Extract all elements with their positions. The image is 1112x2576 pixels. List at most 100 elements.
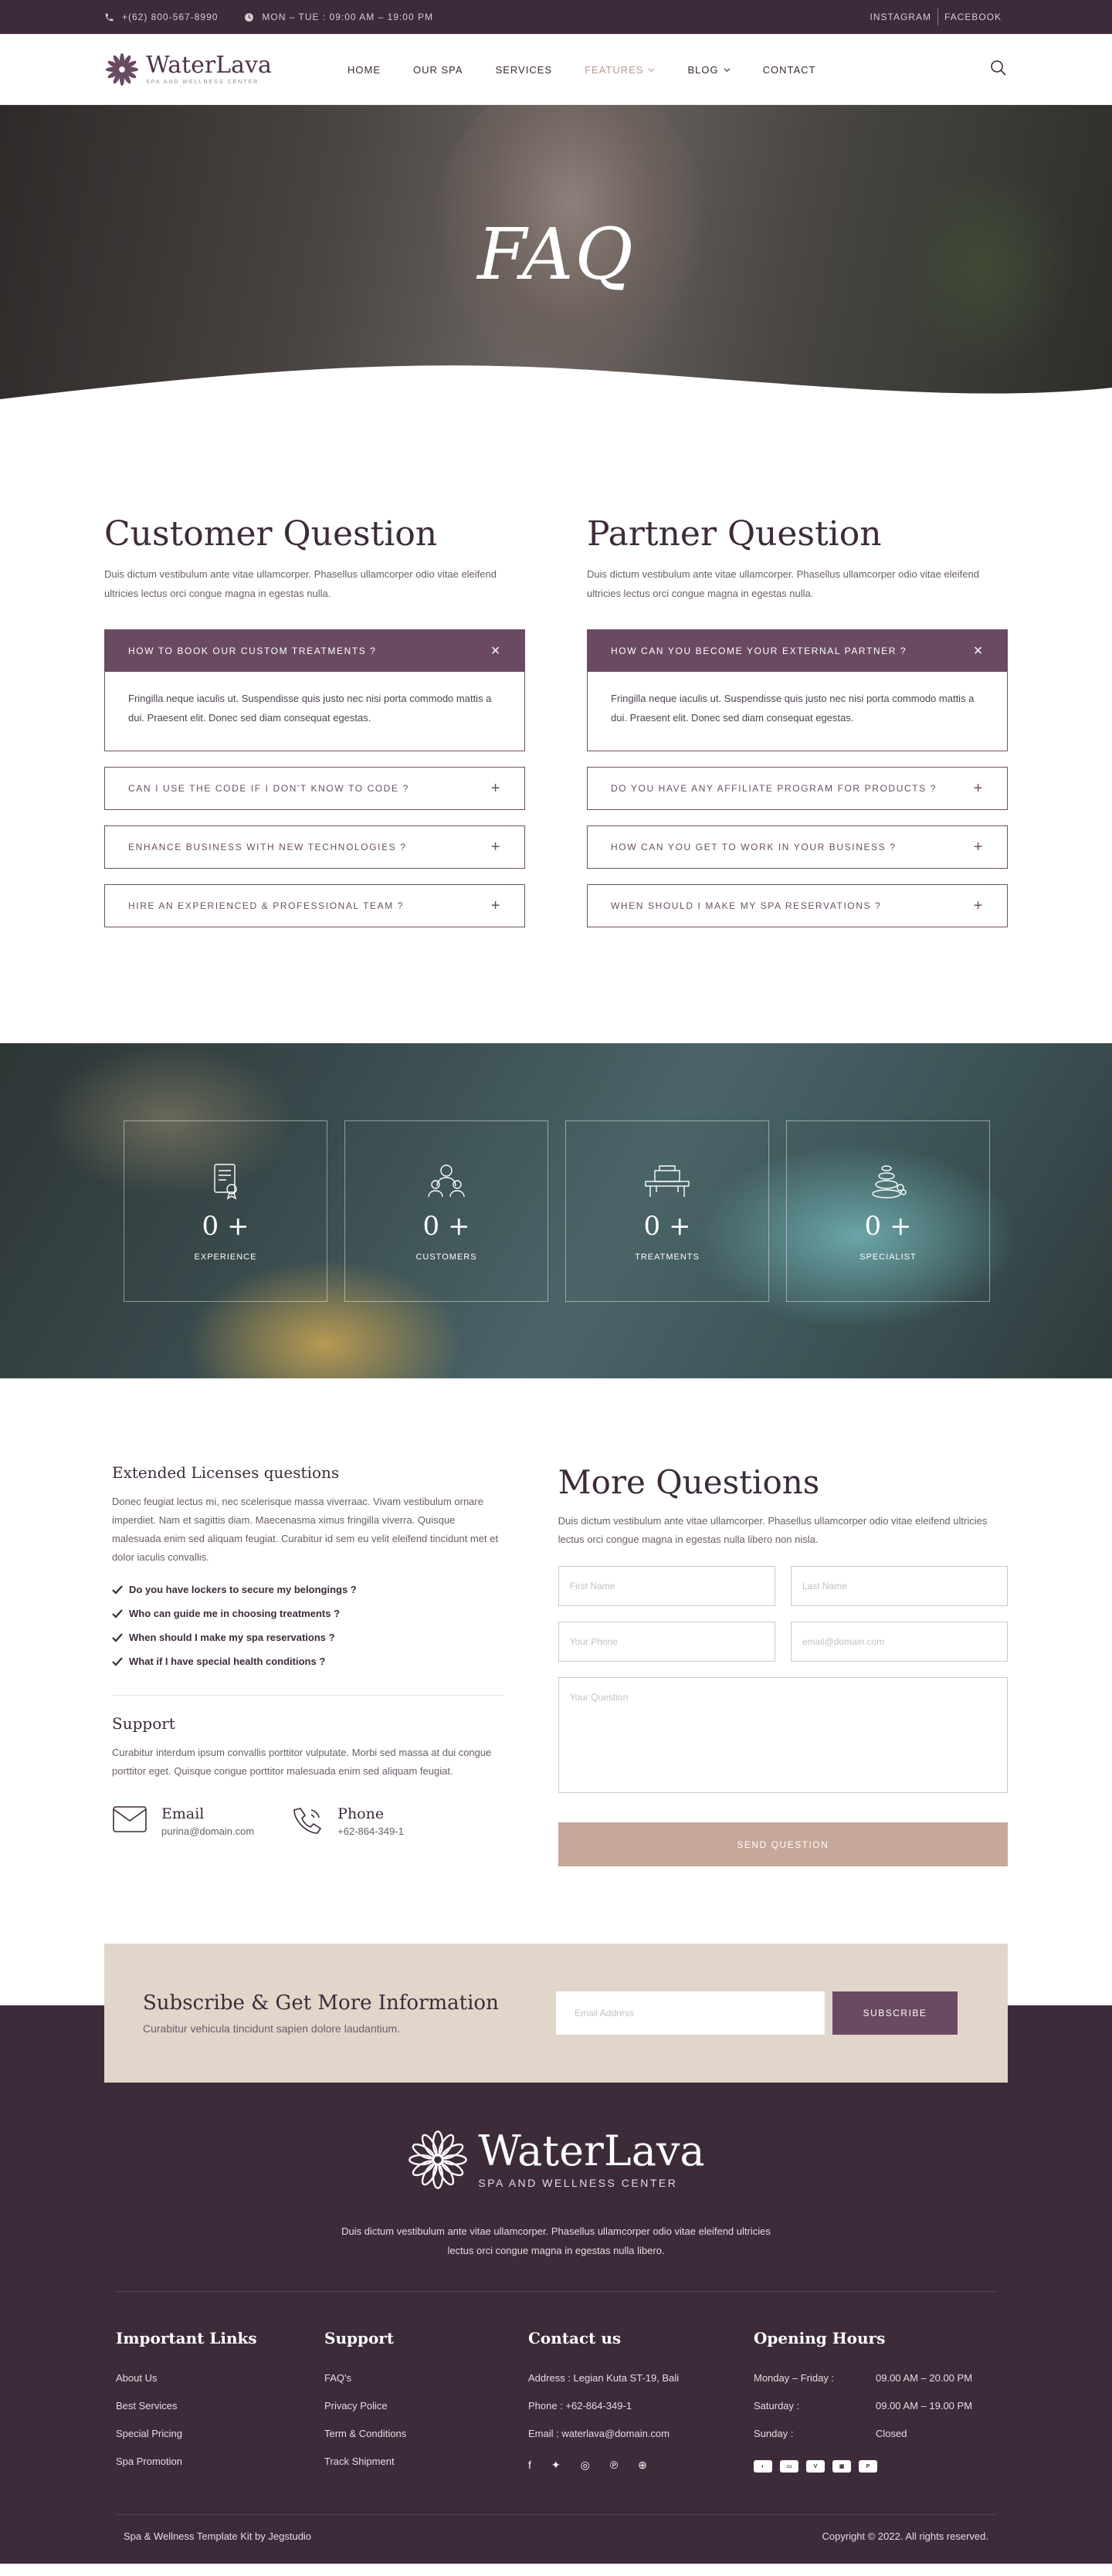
- instagram-icon[interactable]: ◎: [581, 2459, 590, 2472]
- accordion-header[interactable]: HOW TO BOOK OUR CUSTOM TREATMENTS ? ×: [105, 630, 524, 672]
- footer-link-terms[interactable]: Term & Conditions: [324, 2420, 528, 2448]
- close-icon: ×: [973, 642, 984, 659]
- nav-contact[interactable]: CONTACT: [763, 64, 816, 76]
- accordion-item: ENHANCE BUSINESS WITH NEW TECHNOLOGIES ?…: [104, 825, 525, 869]
- email-contact[interactable]: Email purina@domain.com: [112, 1805, 254, 1838]
- footer-link-pricing[interactable]: Special Pricing: [116, 2420, 324, 2448]
- question-textarea[interactable]: [558, 1677, 1008, 1793]
- accordion-header[interactable]: HIRE AN EXPERIENCED & PROFESSIONAL TEAM …: [105, 885, 524, 927]
- email-value: purina@domain.com: [161, 1825, 255, 1837]
- phone-input[interactable]: [558, 1622, 775, 1662]
- accordion-header[interactable]: CAN I USE THE CODE IF I DON'T KNOW TO CO…: [105, 768, 524, 809]
- topbar-phone[interactable]: +(62) 800-567-8990: [104, 12, 218, 22]
- dribbble-icon[interactable]: ⊕: [638, 2459, 647, 2472]
- nav-blog-label: BLOG: [687, 63, 719, 76]
- plus-icon: +: [490, 838, 501, 856]
- footer-links-title: Important Links: [116, 2329, 257, 2347]
- footer-contact-column: Contact us Address : Legian Kuta ST-19, …: [528, 2329, 754, 2476]
- top-bar: +(62) 800-567-8990 MON – TUE : 09:00 AM …: [0, 0, 1112, 34]
- hours-day: Monday – Friday :: [754, 2372, 835, 2384]
- subscribe-box: Subscribe & Get More Information Curabit…: [104, 1944, 1008, 2083]
- check-text: What if I have special health conditions…: [129, 1656, 326, 1667]
- last-name-input[interactable]: [790, 1566, 1009, 1606]
- phone-contact[interactable]: Phone +62-864-349-1: [291, 1805, 404, 1838]
- subscribe-button[interactable]: SUBSCRIBE: [832, 1991, 958, 2035]
- footer-link-shipment[interactable]: Track Shipment: [324, 2448, 528, 2476]
- main-header: WaterLava SPA AND WELLNESS CENTER HOME O…: [0, 34, 1112, 105]
- facebook-link[interactable]: FACEBOOK: [938, 12, 1008, 22]
- customer-desc: Duis dictum vestibulum ante vitae ullamc…: [104, 568, 497, 599]
- subscribe-email-input[interactable]: [556, 1991, 825, 2035]
- topbar-hours: MON – TUE : 09:00 AM – 19:00 PM: [244, 12, 433, 22]
- email-input[interactable]: [790, 1622, 1009, 1662]
- footer-link-services[interactable]: Best Services: [116, 2392, 324, 2420]
- nav-our-spa[interactable]: OUR SPA: [413, 64, 463, 76]
- footer-link-promotion[interactable]: Spa Promotion: [116, 2448, 324, 2476]
- footer-links-column: Important Links About Us Best Services S…: [116, 2329, 324, 2476]
- twitter-icon[interactable]: ✦: [551, 2459, 561, 2472]
- footer-copyright: Copyright © 2022. All rights reserved.: [822, 2530, 988, 2542]
- extended-licenses-desc: Donec feugiat lectus mi, nec scelerisque…: [112, 1496, 499, 1563]
- logo[interactable]: WaterLava SPA AND WELLNESS CENTER: [104, 52, 272, 87]
- people-icon: [428, 1164, 465, 1197]
- accordion-header[interactable]: HOW CAN YOU BECOME YOUR EXTERNAL PARTNER…: [588, 630, 1007, 672]
- search-button[interactable]: [989, 59, 1008, 81]
- accordion-header[interactable]: HOW CAN YOU GET TO WORK IN YOUR BUSINESS…: [588, 826, 1007, 868]
- facebook-icon[interactable]: f: [528, 2459, 531, 2472]
- card-icon: ▭: [780, 2460, 798, 2473]
- nav-features[interactable]: FEATURES: [585, 64, 655, 76]
- list-item: Do you have lockers to secure my belongi…: [112, 1578, 504, 1602]
- list-item: When should I make my spa reservations ?: [112, 1625, 504, 1649]
- footer-contact-title: Contact us: [528, 2329, 622, 2347]
- footer-email: Email : waterlava@domain.com: [528, 2428, 670, 2439]
- social-links: f ✦ ◎ ℗ ⊕: [528, 2459, 754, 2472]
- phone-label: Phone: [337, 1805, 385, 1822]
- accordion-header[interactable]: ENHANCE BUSINESS WITH NEW TECHNOLOGIES ?…: [105, 826, 524, 868]
- instagram-link[interactable]: INSTAGRAM: [864, 12, 937, 22]
- support-desc: Curabitur interdum ipsum convallis portt…: [112, 1747, 492, 1777]
- extended-licenses-title: Extended Licenses questions: [112, 1463, 340, 1482]
- footer-link-faq[interactable]: FAQ's: [324, 2364, 528, 2392]
- customer-accordion: HOW TO BOOK OUR CUSTOM TREATMENTS ? × Fr…: [104, 629, 525, 927]
- nav-features-label: FEATURES: [585, 63, 644, 76]
- footer-support-title: Support: [324, 2329, 395, 2347]
- accordion-item: WHEN SHOULD I MAKE MY SPA RESERVATIONS ?…: [587, 884, 1008, 927]
- plus-icon: +: [490, 779, 501, 797]
- footer-hours-title: Opening Hours: [754, 2329, 886, 2347]
- support-title: Support: [112, 1714, 175, 1733]
- footer-logo[interactable]: WaterLava SPA AND WELLNESS CENTER: [116, 2129, 996, 2191]
- payment-methods: ◐ ▭ V ▣ P: [754, 2460, 985, 2473]
- footer-link-privacy[interactable]: Privacy Police: [324, 2392, 528, 2420]
- footer-link-about[interactable]: About Us: [116, 2364, 324, 2392]
- chevron-down-icon: [648, 67, 655, 72]
- check-text: Who can guide me in choosing treatments …: [129, 1608, 341, 1619]
- plus-icon: +: [973, 779, 984, 797]
- hours-row: Saturday : 09.00 AM – 19.00 PM: [754, 2392, 985, 2420]
- hours-time: 09.00 AM – 20.00 PM: [876, 2372, 973, 2384]
- stats-section: 0 + EXPERIENCE 0 + CUSTOMERS 0 + TREATME…: [0, 1043, 1112, 1378]
- check-list: Do you have lockers to secure my belongi…: [112, 1578, 504, 1673]
- chevron-down-icon: [724, 67, 731, 72]
- first-name-input[interactable]: [558, 1566, 775, 1606]
- nav-home[interactable]: HOME: [348, 64, 381, 76]
- question-form: SEND QUESTION: [558, 1566, 1009, 1866]
- pinterest-icon[interactable]: ℗: [610, 2459, 618, 2472]
- accordion-question: HOW CAN YOU GET TO WORK IN YOUR BUSINESS…: [611, 842, 897, 852]
- contact-info: Email purina@domain.com Phone +62-864-34…: [112, 1805, 504, 1838]
- phone-value: +62-864-349-1: [337, 1825, 404, 1837]
- plus-icon: +: [973, 838, 984, 856]
- accordion-answer: Fringilla neque iaculis ut. Suspendisse …: [611, 693, 975, 724]
- send-question-button[interactable]: SEND QUESTION: [558, 1822, 1008, 1866]
- accordion-item: HIRE AN EXPERIENCED & PROFESSIONAL TEAM …: [104, 884, 525, 927]
- phone-icon: [105, 13, 114, 21]
- massage-table-icon: [645, 1164, 690, 1197]
- nav-blog[interactable]: BLOG: [687, 63, 731, 76]
- subscribe-desc: Curabitur vehicula tincidunt sapien dolo…: [143, 2022, 401, 2035]
- topbar-phone-text: +(62) 800-567-8990: [122, 12, 219, 22]
- stat-label: SPECIALIST: [859, 1252, 917, 1262]
- page-hero: FAQ: [0, 105, 1112, 418]
- accordion-header[interactable]: WHEN SHOULD I MAKE MY SPA RESERVATIONS ?…: [588, 885, 1007, 927]
- close-icon: ×: [490, 642, 501, 659]
- nav-services[interactable]: SERVICES: [496, 64, 553, 76]
- accordion-header[interactable]: DO YOU HAVE ANY AFFILIATE PROGRAM FOR PR…: [588, 768, 1007, 809]
